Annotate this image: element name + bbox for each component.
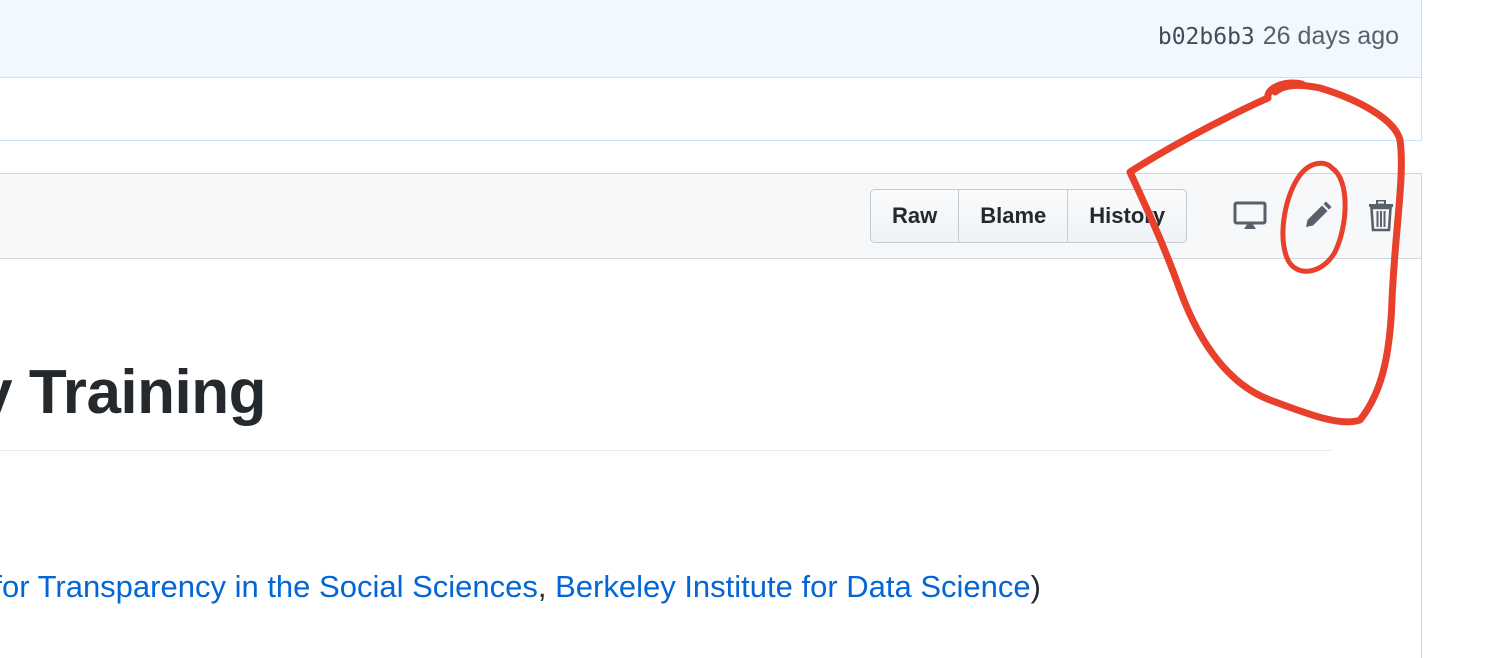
- pencil-icon[interactable]: [1299, 198, 1335, 234]
- trash-icon[interactable]: [1363, 198, 1399, 234]
- commit-meta: b02b6b3 26 days ago: [1158, 22, 1399, 51]
- separator-text: ,: [537, 569, 556, 604]
- file-actions-button-group: Raw Blame History: [870, 189, 1188, 243]
- readme-content: ility Training for Transparency in the S…: [0, 259, 1422, 658]
- heading-divider: [0, 450, 1332, 451]
- file-header: Raw Blame History: [0, 173, 1422, 259]
- commit-age: 26 days ago: [1262, 22, 1399, 50]
- history-button[interactable]: History: [1067, 190, 1186, 242]
- commit-sha-link[interactable]: b02b6b3: [1158, 24, 1255, 50]
- link-berkeley-institute-data-science[interactable]: Berkeley Institute for Data Science: [555, 569, 1031, 604]
- raw-button[interactable]: Raw: [871, 190, 958, 242]
- commit-details-panel: [0, 78, 1422, 141]
- blame-button[interactable]: Blame: [958, 190, 1067, 242]
- link-transparency-social-sciences[interactable]: for Transparency in the Social Sciences: [0, 569, 538, 604]
- desktop-icon[interactable]: [1232, 198, 1268, 234]
- readme-paragraph: for Transparency in the Social Sciences,…: [0, 569, 1041, 605]
- github-file-view: b02b6b3 26 days ago Raw Blame History Tr…: [0, 0, 1486, 658]
- closing-paren: ): [1030, 569, 1041, 604]
- latest-commit-bar: b02b6b3 26 days ago: [0, 0, 1422, 78]
- readme-heading: ility Training: [0, 358, 267, 427]
